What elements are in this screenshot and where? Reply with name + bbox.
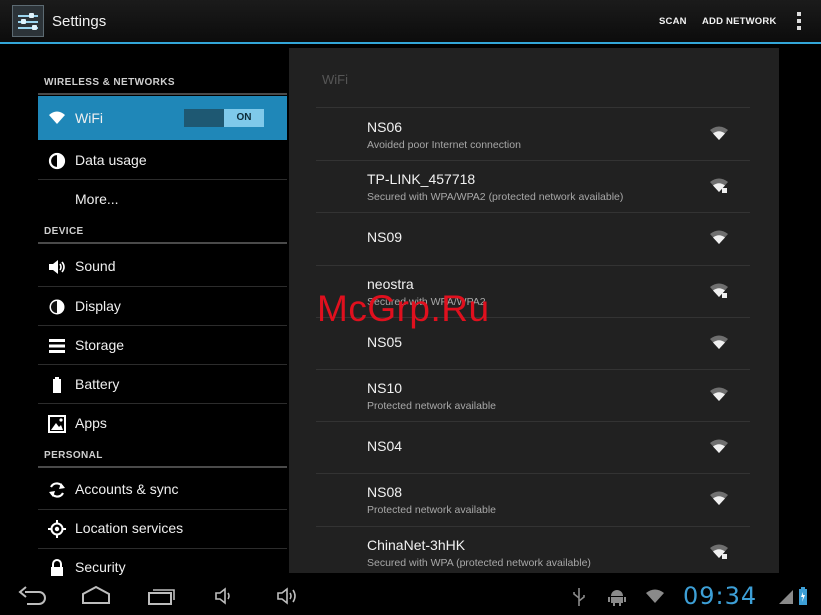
section-header-device: DEVICE	[44, 226, 84, 237]
battery-status-icon	[799, 587, 807, 605]
volume-up-icon[interactable]	[275, 585, 301, 607]
settings-app-icon[interactable]	[12, 5, 44, 37]
settings-item-label: Sound	[75, 258, 116, 274]
settings-item-label: More...	[75, 191, 119, 207]
wifi-secured-signal-icon	[710, 283, 728, 298]
settings-item-battery[interactable]: Battery	[38, 365, 287, 404]
network-ssid: NS04	[367, 438, 403, 455]
network-status: Protected network available	[367, 504, 496, 517]
lock-icon	[51, 559, 63, 576]
wifi-signal-icon	[710, 230, 728, 245]
android-debug-icon	[608, 590, 626, 606]
settings-item-security[interactable]: Security	[38, 548, 287, 579]
wifi-pane-title: WiFi	[322, 72, 348, 87]
settings-item-label: WiFi	[75, 110, 103, 126]
settings-item-label: Data usage	[75, 152, 147, 168]
storage-icon	[49, 339, 65, 353]
wifi-network-item[interactable]: NS08 Protected network available	[289, 473, 779, 525]
settings-item-storage[interactable]: Storage	[38, 326, 287, 365]
wifi-signal-icon	[710, 126, 728, 140]
wifi-network-item[interactable]: ChinaNet-3hHK Secured with WPA (protected…	[289, 526, 779, 578]
network-ssid: NS05	[367, 333, 403, 350]
scan-button[interactable]: SCAN	[659, 16, 687, 27]
system-bar: 09:34	[0, 579, 821, 615]
settings-item-sound[interactable]: Sound	[38, 247, 287, 286]
wifi-status-icon	[646, 589, 664, 603]
settings-item-location[interactable]: Location services	[38, 509, 287, 548]
display-icon	[49, 299, 65, 315]
wifi-network-item[interactable]: NS06 Avoided poor Internet connection	[289, 108, 779, 160]
apps-icon	[48, 415, 66, 433]
settings-list: WIRELESS & NETWORKS WiFi ON Data usage M…	[0, 44, 287, 579]
sync-icon	[49, 482, 65, 498]
settings-item-label: Storage	[75, 337, 125, 353]
data-usage-icon	[48, 152, 66, 170]
overflow-menu-icon[interactable]	[796, 12, 802, 32]
wifi-network-item[interactable]: NS10 Protected network available	[289, 369, 779, 421]
wifi-secured-signal-icon	[710, 178, 728, 194]
add-network-button[interactable]: ADD NETWORK	[702, 16, 777, 27]
section-divider	[38, 242, 287, 244]
recent-apps-icon[interactable]	[146, 585, 176, 607]
wifi-signal-icon	[710, 387, 728, 401]
settings-item-data-usage[interactable]: Data usage	[38, 141, 287, 180]
wifi-signal-icon	[710, 335, 728, 349]
wifi-secured-signal-icon	[710, 544, 728, 559]
volume-down-icon[interactable]	[213, 585, 235, 607]
network-ssid: NS10	[367, 380, 403, 396]
settings-item-display[interactable]: Display	[38, 287, 287, 326]
wifi-network-item[interactable]: NS09	[289, 212, 779, 264]
location-icon	[48, 520, 66, 538]
section-divider	[38, 466, 287, 468]
settings-item-label: Accounts & sync	[75, 481, 179, 497]
settings-item-label: Display	[75, 298, 121, 314]
speaker-icon	[49, 260, 65, 274]
settings-item-apps[interactable]: Apps	[38, 404, 287, 443]
home-icon[interactable]	[80, 585, 112, 607]
network-ssid: ChinaNet-3hHK	[367, 536, 466, 553]
network-status: Secured with WPA (protected network avai…	[367, 556, 591, 569]
network-ssid: NS08	[367, 484, 403, 501]
section-header-wireless: WIRELESS & NETWORKS	[44, 77, 175, 88]
network-ssid: TP-LINK_457718	[367, 171, 476, 188]
wifi-signal-icon	[710, 439, 728, 454]
network-status: Secured with WPA/WPA2 (protected network…	[367, 191, 624, 204]
wifi-icon	[49, 111, 65, 124]
network-status: Avoided poor Internet connection	[367, 139, 521, 151]
section-header-personal: PERSONAL	[44, 450, 103, 461]
action-bar: Settings SCAN ADD NETWORK	[0, 0, 821, 44]
settings-item-label: Battery	[75, 376, 120, 392]
signal-icon	[779, 590, 793, 604]
network-ssid: NS09	[367, 229, 403, 246]
wifi-network-item[interactable]: NS04	[289, 421, 779, 473]
toggle-on-label: ON	[224, 109, 264, 127]
network-ssid: NS06	[367, 119, 403, 135]
settings-item-wifi[interactable]: WiFi ON	[38, 96, 287, 140]
network-status: Protected network available	[367, 400, 496, 412]
settings-item-more[interactable]: More...	[38, 180, 287, 219]
wifi-signal-icon	[710, 491, 728, 506]
wifi-toggle-switch[interactable]: ON	[184, 109, 264, 127]
back-icon[interactable]	[17, 585, 47, 607]
watermark-text: McGrp.Ru	[317, 288, 490, 329]
page-title: Settings	[52, 13, 107, 30]
settings-item-accounts-sync[interactable]: Accounts & sync	[38, 470, 287, 509]
clock: 09:34	[683, 582, 758, 610]
settings-item-label: Apps	[75, 415, 107, 431]
settings-item-label: Location services	[75, 520, 184, 536]
usb-icon	[573, 588, 585, 606]
settings-item-label: Security	[75, 559, 126, 575]
section-divider	[38, 93, 287, 95]
wifi-network-item[interactable]: TP-LINK_457718 Secured with WPA/WPA2 (pro…	[289, 160, 779, 212]
battery-icon	[53, 377, 61, 393]
